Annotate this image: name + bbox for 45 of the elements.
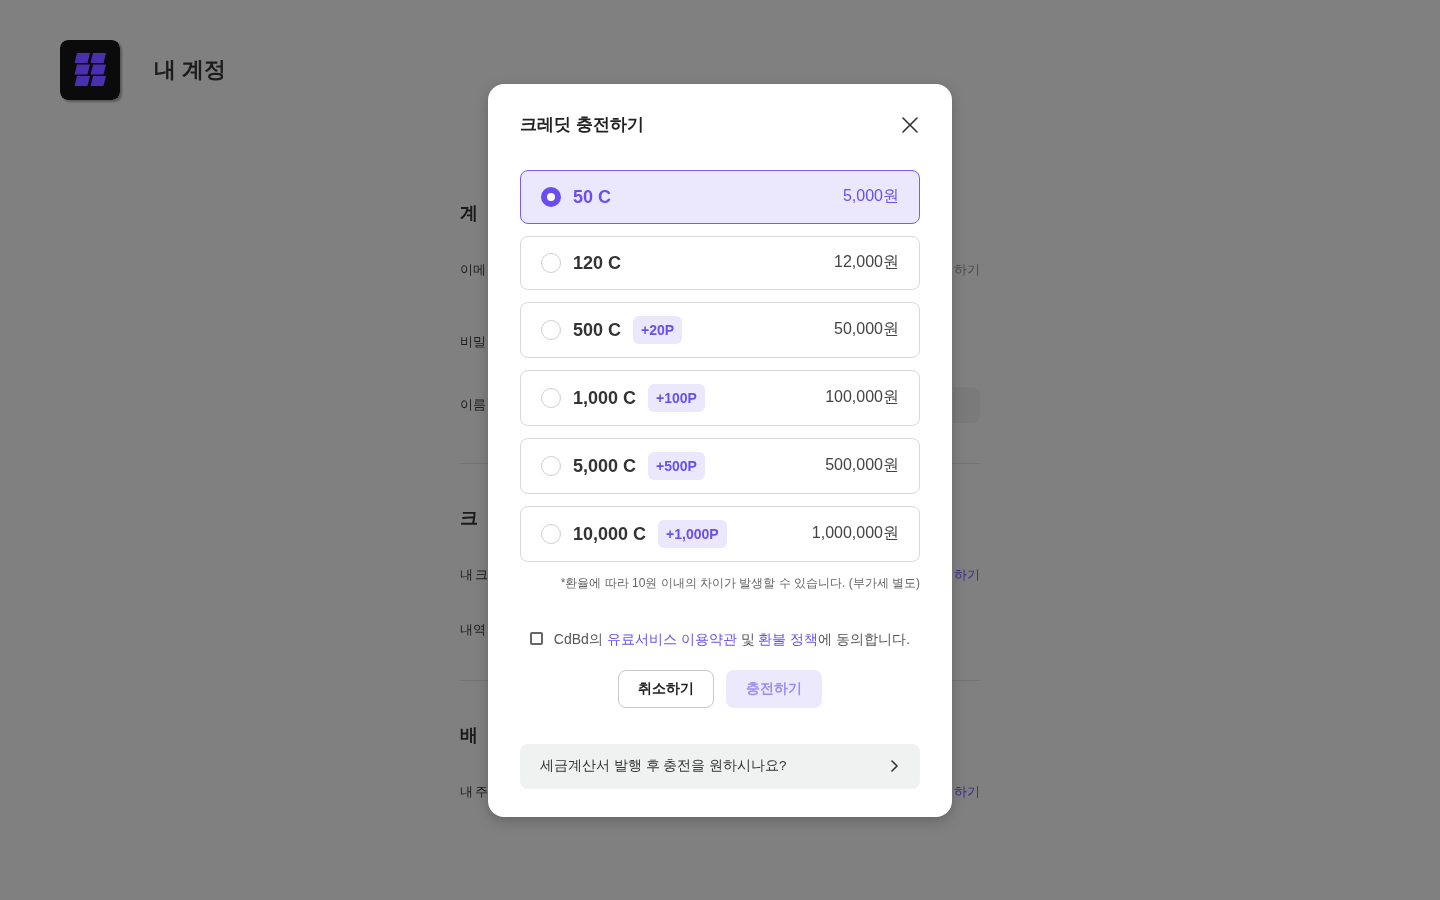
policy-link[interactable]: 환불 정책 [758, 630, 819, 647]
section-title: 배 [460, 724, 478, 747]
chevron-right-icon [891, 760, 898, 772]
credit-option[interactable]: 50 C 5,000원 [520, 169, 920, 224]
bonus-badge: +500P [648, 451, 705, 480]
bonus-badge: +100P [648, 383, 705, 412]
price-text: 500,000원 [825, 455, 899, 475]
credit-option[interactable]: 500 C +20P 50,000원 [520, 301, 920, 358]
price-text: 50,000원 [834, 319, 899, 339]
section-title: 크 [460, 507, 478, 530]
credit-option[interactable]: 120 C 12,000원 [520, 235, 920, 290]
section-title: 계 [460, 202, 478, 225]
credit-amount: 10,000 C [573, 522, 647, 546]
credit-option[interactable]: 10,000 C +1,000P 1,000,000원 [520, 505, 920, 562]
radio-button[interactable] [541, 186, 561, 207]
row-label: 내역 [460, 621, 486, 639]
row-label: 이메 [460, 261, 486, 279]
bonus-badge: +20P [633, 315, 683, 344]
cancel-button[interactable]: 취소하기 [618, 669, 714, 708]
credit-amount: 5,000 C [573, 454, 637, 478]
row-label: 내 주 [460, 783, 488, 801]
row-label: 내 크 [460, 566, 488, 584]
price-text: 100,000원 [825, 387, 899, 407]
logo-icon [60, 40, 120, 100]
policy-link[interactable]: 유료서비스 이용약관 [606, 630, 737, 647]
agree-checkbox[interactable] [529, 632, 543, 645]
page-title: 내 계정 [154, 56, 227, 84]
close-icon[interactable] [902, 116, 918, 133]
credit-amount: 120 C [573, 251, 622, 275]
dialog-title: 크레딧 충전하기 [520, 114, 644, 136]
exchange-note: *환율에 따라 10원 이내의 차이가 발생할 수 있습니다. (부가세 별도) [560, 574, 920, 592]
credit-amount: 1,000 C [573, 386, 637, 410]
agreement-text: CdBd의 유료서비스 이용약관 및 환불 정책 에 동의합니다. [553, 629, 911, 649]
price-text: 1,000,000원 [811, 523, 899, 543]
tax-invoice-button[interactable]: 세금계산서 발행 후 충전을 원하시나요? [520, 743, 920, 789]
price-text: 5,000원 [842, 186, 899, 206]
input-field[interactable] [953, 387, 980, 423]
credit-amount: 500 C [573, 318, 622, 342]
credit-option[interactable]: 1,000 C +100P 100,000원 [520, 369, 920, 426]
row-label: 비밀 [460, 333, 486, 351]
bonus-badge: +1,000P [658, 519, 727, 548]
price-text: 12,000원 [834, 252, 899, 272]
credit-amount: 50 C [573, 185, 612, 209]
row-label: 이름 [460, 396, 486, 414]
credit-option[interactable]: 5,000 C +500P 500,000원 [520, 437, 920, 494]
